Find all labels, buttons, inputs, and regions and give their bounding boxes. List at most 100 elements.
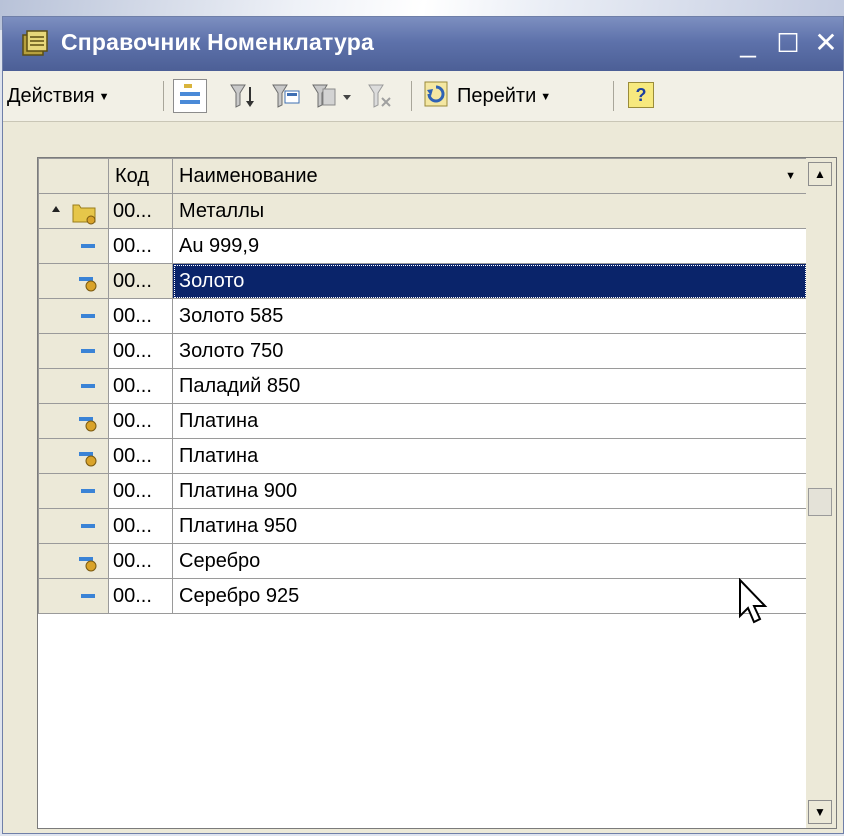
catalog-window: Справочник Номенклатура _ ☐ ✕ Действия▼ xyxy=(2,16,844,834)
sort-down-icon: ▼ xyxy=(785,170,796,182)
row-code[interactable]: 00... xyxy=(108,368,173,404)
item-with-subitems-icon xyxy=(45,266,99,298)
row-icon-cell[interactable] xyxy=(38,228,109,264)
table-row[interactable]: 00... Паладий 850 xyxy=(38,368,807,404)
scroll-thumb[interactable] xyxy=(808,488,832,516)
row-name[interactable]: Платина xyxy=(172,403,807,439)
table-row[interactable]: 00... Платина xyxy=(38,438,807,474)
item-with-subitems-icon xyxy=(45,406,99,438)
help-label: ? xyxy=(635,85,647,105)
row-name[interactable]: Платина 900 xyxy=(172,473,807,509)
close-button[interactable]: ✕ xyxy=(811,27,841,59)
filter-history-button[interactable] xyxy=(309,79,359,113)
row-name[interactable]: Золото 585 xyxy=(172,298,807,334)
item-with-subitems-icon xyxy=(45,441,99,473)
row-icon-cell[interactable] xyxy=(38,578,109,614)
row-icon-cell[interactable] xyxy=(38,368,109,404)
table-row[interactable]: 00... Au 999,9 xyxy=(38,228,807,264)
row-name[interactable]: Золото xyxy=(172,263,807,299)
chevron-down-icon: ▼ xyxy=(540,91,552,103)
row-code[interactable]: 00... xyxy=(108,438,173,474)
row-code[interactable]: 00... xyxy=(108,543,173,579)
row-icon-cell[interactable] xyxy=(38,543,109,579)
maximize-button[interactable]: ☐ xyxy=(773,27,803,59)
row-name[interactable]: Металлы xyxy=(172,193,807,229)
mouse-cursor-icon xyxy=(739,578,768,624)
row-icon-cell[interactable] xyxy=(38,333,109,369)
item-icon xyxy=(45,511,99,543)
minimize-button[interactable]: _ xyxy=(733,27,763,59)
row-icon-cell[interactable] xyxy=(38,438,109,474)
row-name[interactable]: Золото 750 xyxy=(172,333,807,369)
goto-menu[interactable]: Перейти ▼ xyxy=(421,79,551,113)
row-code[interactable]: 00... xyxy=(108,193,173,229)
hierarchy-toggle-button[interactable] xyxy=(173,79,207,113)
item-icon xyxy=(45,231,99,263)
catalog-table: Код Наименование ▼ 00... Металлы 00... Au 99… xyxy=(38,158,807,814)
filter-value-icon xyxy=(272,84,300,108)
row-name[interactable]: Серебро xyxy=(172,543,807,579)
clear-filter-icon xyxy=(368,84,391,108)
item-icon xyxy=(45,371,99,403)
vertical-scrollbar[interactable]: ▲ ▼ xyxy=(806,158,836,828)
row-name[interactable]: Платина xyxy=(172,438,807,474)
item-icon xyxy=(45,581,99,613)
table-row[interactable]: 00... Серебро xyxy=(38,543,807,579)
table-row[interactable]: 00... Платина 950 xyxy=(38,508,807,544)
actions-menu[interactable]: Действия ▼ xyxy=(7,79,110,113)
row-name[interactable]: Серебро 925 xyxy=(172,578,807,614)
row-name[interactable]: Au 999,9 xyxy=(172,228,807,264)
table-header: Код Наименование ▼ xyxy=(38,158,807,194)
item-icon xyxy=(45,476,99,508)
header-icon-column[interactable] xyxy=(38,158,109,194)
item-icon xyxy=(45,336,99,368)
filter-sort-icon xyxy=(230,84,254,108)
row-code[interactable]: 00... xyxy=(108,508,173,544)
catalog-table-panel: Код Наименование ▼ 00... Металлы 00... Au 99… xyxy=(37,157,837,829)
row-code[interactable]: 00... xyxy=(108,298,173,334)
chevron-down-icon: ▼ xyxy=(814,805,826,819)
help-button[interactable]: ? xyxy=(625,79,659,113)
goto-menu-label: Перейти xyxy=(457,85,537,107)
window-title: Справочник Номенклатура xyxy=(61,29,374,55)
header-code-label: Код xyxy=(115,164,150,187)
table-row[interactable]: 00... Золото 750 xyxy=(38,333,807,369)
row-icon-cell[interactable] xyxy=(38,473,109,509)
row-icon-cell[interactable] xyxy=(38,263,109,299)
table-row[interactable]: 00... Золото 585 xyxy=(38,298,807,334)
row-icon-cell[interactable] xyxy=(38,403,109,439)
clear-filter-button[interactable] xyxy=(363,79,397,113)
filter-value-button[interactable] xyxy=(269,79,303,113)
chevron-down-icon: ▼ xyxy=(98,91,110,103)
toolbar-separator xyxy=(613,81,614,111)
table-row[interactable]: 00... Металлы xyxy=(38,193,807,229)
table-row[interactable]: 00... Платина xyxy=(38,403,807,439)
title-bar[interactable]: Справочник Номенклатура _ ☐ ✕ xyxy=(3,17,843,71)
table-row[interactable]: 00... Платина 900 xyxy=(38,473,807,509)
row-icon-cell[interactable] xyxy=(38,298,109,334)
actions-menu-label: Действия xyxy=(7,85,95,107)
row-name[interactable]: Паладий 850 xyxy=(172,368,807,404)
header-code[interactable]: Код xyxy=(108,158,173,194)
row-code[interactable]: 00... xyxy=(108,473,173,509)
empty-area xyxy=(38,613,807,814)
catalog-book-icon xyxy=(22,30,48,56)
row-code[interactable]: 00... xyxy=(108,263,173,299)
scroll-down-button[interactable]: ▼ xyxy=(808,800,832,824)
hierarchy-icon xyxy=(180,84,200,104)
row-code[interactable]: 00... xyxy=(108,403,173,439)
header-name[interactable]: Наименование ▼ xyxy=(172,158,807,194)
row-code[interactable]: 00... xyxy=(108,333,173,369)
row-code[interactable]: 00... xyxy=(108,578,173,614)
table-row[interactable]: 00... Серебро 925 xyxy=(38,578,807,614)
toolbar-separator xyxy=(163,81,164,111)
item-with-subitems-icon xyxy=(45,546,99,578)
row-name[interactable]: Платина 950 xyxy=(172,508,807,544)
item-icon xyxy=(45,301,99,333)
scroll-up-button[interactable]: ▲ xyxy=(808,162,832,186)
filter-sort-button[interactable] xyxy=(225,79,259,113)
row-code[interactable]: 00... xyxy=(108,228,173,264)
table-row[interactable]: 00... Золото xyxy=(38,263,807,299)
row-icon-cell[interactable] xyxy=(38,508,109,544)
row-icon-cell[interactable] xyxy=(38,193,109,229)
